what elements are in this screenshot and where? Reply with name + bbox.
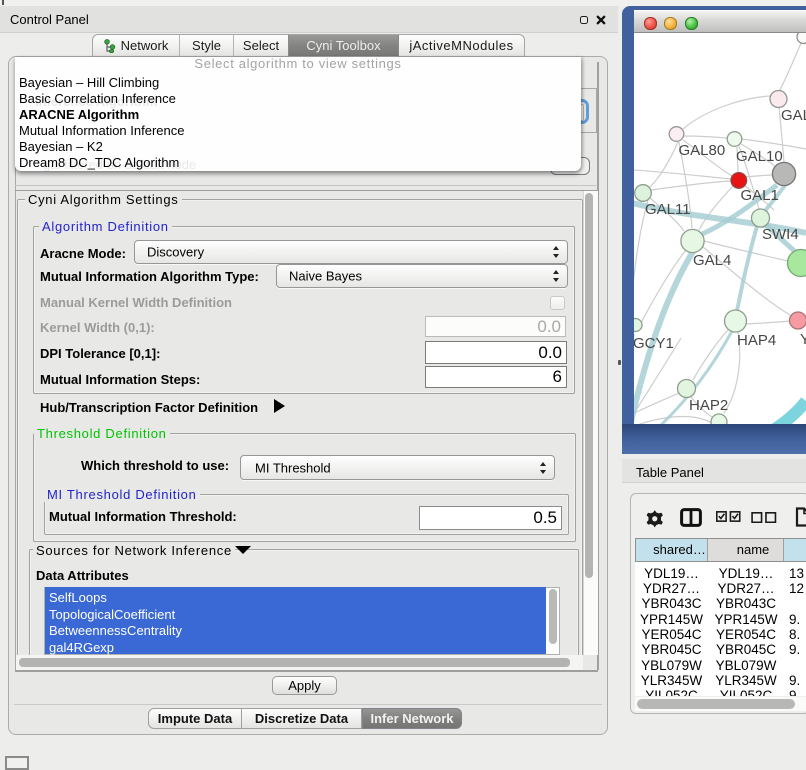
svg-text:HAP4: HAP4 (737, 332, 776, 349)
svg-text:GAL1: GAL1 (741, 187, 779, 204)
svg-text:Y: Y (800, 331, 806, 348)
svg-text:GAL: GAL (781, 107, 806, 124)
svg-text:GAL10: GAL10 (736, 148, 783, 165)
svg-text:GAL80: GAL80 (679, 142, 726, 159)
svg-text:GAL4: GAL4 (693, 252, 731, 269)
svg-text:HAP2: HAP2 (689, 397, 728, 414)
svg-text:GAL11: GAL11 (645, 201, 691, 218)
svg-text:SWI4: SWI4 (762, 226, 799, 243)
svg-text:GCY1: GCY1 (634, 335, 674, 352)
